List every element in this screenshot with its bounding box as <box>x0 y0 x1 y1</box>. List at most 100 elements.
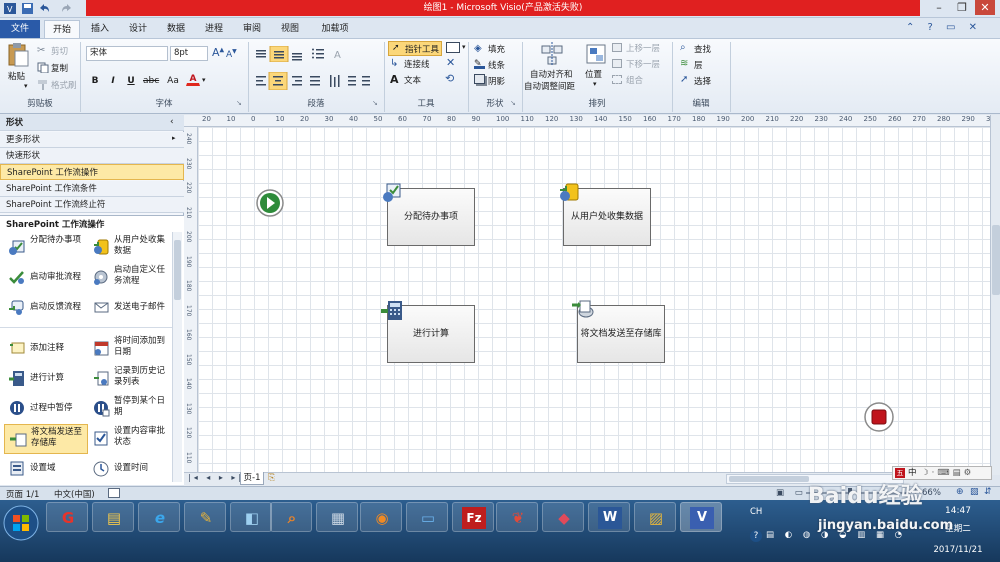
vertical-align-buttons[interactable]: A <box>252 45 372 63</box>
change-case-button[interactable]: Aa <box>164 74 182 88</box>
tray-date[interactable]: 2017/11/21 <box>918 545 998 555</box>
pane-item-quick-shapes[interactable]: 快速形状 <box>0 148 184 164</box>
taskbar-app-explorer[interactable]: ▤ <box>92 502 134 532</box>
tab-file[interactable]: 文件 <box>0 20 40 38</box>
pane-item-sp-conditions[interactable]: SharePoint 工作流条件 <box>0 181 184 197</box>
taskbar-app-photo[interactable]: ▨ <box>634 502 676 532</box>
underline-button[interactable]: U <box>124 74 138 88</box>
fit-page-icon[interactable]: ⊕ <box>956 487 964 497</box>
copy-button[interactable]: 复制 <box>51 62 68 74</box>
stencil-do-calculation[interactable]: 进行计算 <box>4 364 88 394</box>
stencil-log-history[interactable]: 记录到历史记录列表 <box>88 364 172 394</box>
taskbar-app-visio[interactable]: V <box>680 502 722 532</box>
select-button[interactable]: 选择 <box>694 75 711 87</box>
taskbar-app-ie[interactable]: e <box>138 502 180 532</box>
pane-item-sp-actions[interactable]: SharePoint 工作流操作 <box>0 164 184 180</box>
connector-icon[interactable]: ↳ <box>390 58 398 69</box>
format-painter-button[interactable]: 格式刷 <box>51 79 77 91</box>
taskbar-app-remote[interactable]: ▭ <box>406 502 448 532</box>
position-icon[interactable] <box>586 44 606 64</box>
undo-icon[interactable] <box>37 2 51 15</box>
format-painter-icon[interactable] <box>37 79 49 90</box>
auto-align-icon[interactable] <box>540 42 564 66</box>
stencil-set-time[interactable]: 设置时间 <box>88 454 172 484</box>
font-family-select[interactable]: 宋体 <box>86 46 168 61</box>
shadow-button[interactable]: 阴影 <box>488 75 505 87</box>
dialog-launcher-icon[interactable]: ↘ <box>372 99 378 107</box>
insert-page-icon[interactable]: ⎘ <box>268 473 282 484</box>
tab-home[interactable]: 开始 <box>44 20 80 38</box>
language-status[interactable]: 中文(中国) <box>54 488 95 500</box>
scrollbar-thumb[interactable] <box>992 225 1000 295</box>
ime-tool-icons[interactable]: ☽·⌨▤⚙ <box>921 467 974 479</box>
rectangle-icon[interactable] <box>446 42 460 53</box>
taskbar-app-search[interactable]: ⌕ <box>270 502 312 532</box>
ribbon-help-controls[interactable]: ⌃ ? ▭ ✕ <box>906 22 996 36</box>
pane-item-more-shapes[interactable]: 更多形状 <box>0 132 184 148</box>
tab-data[interactable]: 数据 <box>160 20 192 38</box>
stencil-add-comment[interactable]: 添加注释 <box>4 334 88 364</box>
text-tool-button[interactable]: 文本 <box>404 74 421 86</box>
minimize-button[interactable]: – <box>929 0 949 15</box>
tab-review[interactable]: 审阅 <box>236 20 268 38</box>
stencil-set-approval-status[interactable]: 设置内容审批状态 <box>88 424 172 454</box>
scrollbar-thumb[interactable] <box>174 240 181 300</box>
bold-button[interactable]: B <box>88 74 102 88</box>
chevron-down-icon[interactable]: ▾ <box>462 43 466 51</box>
group-button[interactable]: 组合 <box>626 74 643 86</box>
start-button[interactable] <box>2 504 40 542</box>
save-icon[interactable] <box>20 2 34 15</box>
stencil-send-email[interactable]: 发送电子邮件 <box>88 293 172 323</box>
stencil-start-feedback[interactable]: 启动反馈流程 <box>4 293 88 323</box>
stencil-set-field[interactable]: 设置域 <box>4 454 88 484</box>
page-tab[interactable]: 页-1 <box>240 472 264 485</box>
tab-process[interactable]: 进程 <box>198 20 230 38</box>
grow-font-icon[interactable]: A▲ <box>212 46 224 59</box>
vertical-scrollbar[interactable] <box>990 115 1000 475</box>
collapse-pane-icon[interactable]: ‹ <box>170 117 174 127</box>
stencil-custom-task[interactable]: 启动自定义任务流程 <box>88 263 172 293</box>
stencil-pause-until-date[interactable]: 暂停到某个日期 <box>88 394 172 424</box>
help-icon[interactable]: ? <box>750 530 762 542</box>
send-backward-icon[interactable] <box>612 59 622 68</box>
workflow-end-shape[interactable] <box>863 402 895 432</box>
taskbar-app-firefox[interactable]: ◉ <box>360 502 402 532</box>
fill-button[interactable]: 填充 <box>488 43 505 55</box>
font-size-select[interactable]: 8pt <box>170 46 208 61</box>
tray-time[interactable]: 14:47 <box>918 506 998 516</box>
pan-zoom-icon[interactable]: ▧ <box>970 487 979 497</box>
redo-icon[interactable] <box>60 2 74 15</box>
fill-icon[interactable]: ◈ <box>474 43 482 54</box>
tab-insert[interactable]: 插入 <box>84 20 116 38</box>
bring-forward-icon[interactable] <box>612 43 622 52</box>
visio-app-icon[interactable]: V <box>3 2 17 15</box>
horizontal-align-buttons[interactable] <box>252 71 376 91</box>
stencil-collect-data[interactable]: 从用户处收集数据 <box>88 233 172 263</box>
switch-windows-icon[interactable]: ⇵ <box>984 487 992 497</box>
page-status[interactable]: 页面 1/1 <box>6 488 39 500</box>
page-nav-arrows[interactable]: |◂ ◂ ▸ ▸| <box>188 473 244 482</box>
line-button[interactable]: 线条 <box>488 59 505 71</box>
copy-icon[interactable] <box>37 62 49 74</box>
stencil-start-approval[interactable]: 启动审批流程 <box>4 263 88 293</box>
chevron-down-icon[interactable]: ▾ <box>593 80 597 88</box>
taskbar-app-calculator[interactable]: ▦ <box>316 502 358 532</box>
tab-addins[interactable]: 加载项 <box>314 20 356 38</box>
group-icon[interactable] <box>612 75 622 84</box>
tray-language[interactable]: CH <box>750 507 762 517</box>
connection-point-icon[interactable]: ⟲ <box>445 72 454 85</box>
auto-align-label-2[interactable]: 自动调整间距 <box>524 80 575 92</box>
dialog-launcher-icon[interactable]: ↘ <box>236 99 242 107</box>
text-tool-icon[interactable]: A <box>390 73 399 86</box>
pane-item-sp-terminators[interactable]: SharePoint 工作流终止符 <box>0 197 184 213</box>
tab-design[interactable]: 设计 <box>122 20 154 38</box>
layers-icon[interactable]: ≋ <box>680 58 688 69</box>
position-button[interactable]: 位置 <box>585 68 602 80</box>
stencil-assign-task[interactable]: 分配待办事项 <box>4 233 88 263</box>
macro-record-icon[interactable] <box>108 488 120 498</box>
strikethrough-button[interactable]: abc <box>142 74 160 88</box>
send-backward-button[interactable]: 下移一层 <box>626 58 660 70</box>
auto-align-label-1[interactable]: 自动对齐和 <box>530 68 573 80</box>
cut-button[interactable]: 剪切 <box>51 45 68 57</box>
cut-icon[interactable]: ✂ <box>37 45 49 56</box>
